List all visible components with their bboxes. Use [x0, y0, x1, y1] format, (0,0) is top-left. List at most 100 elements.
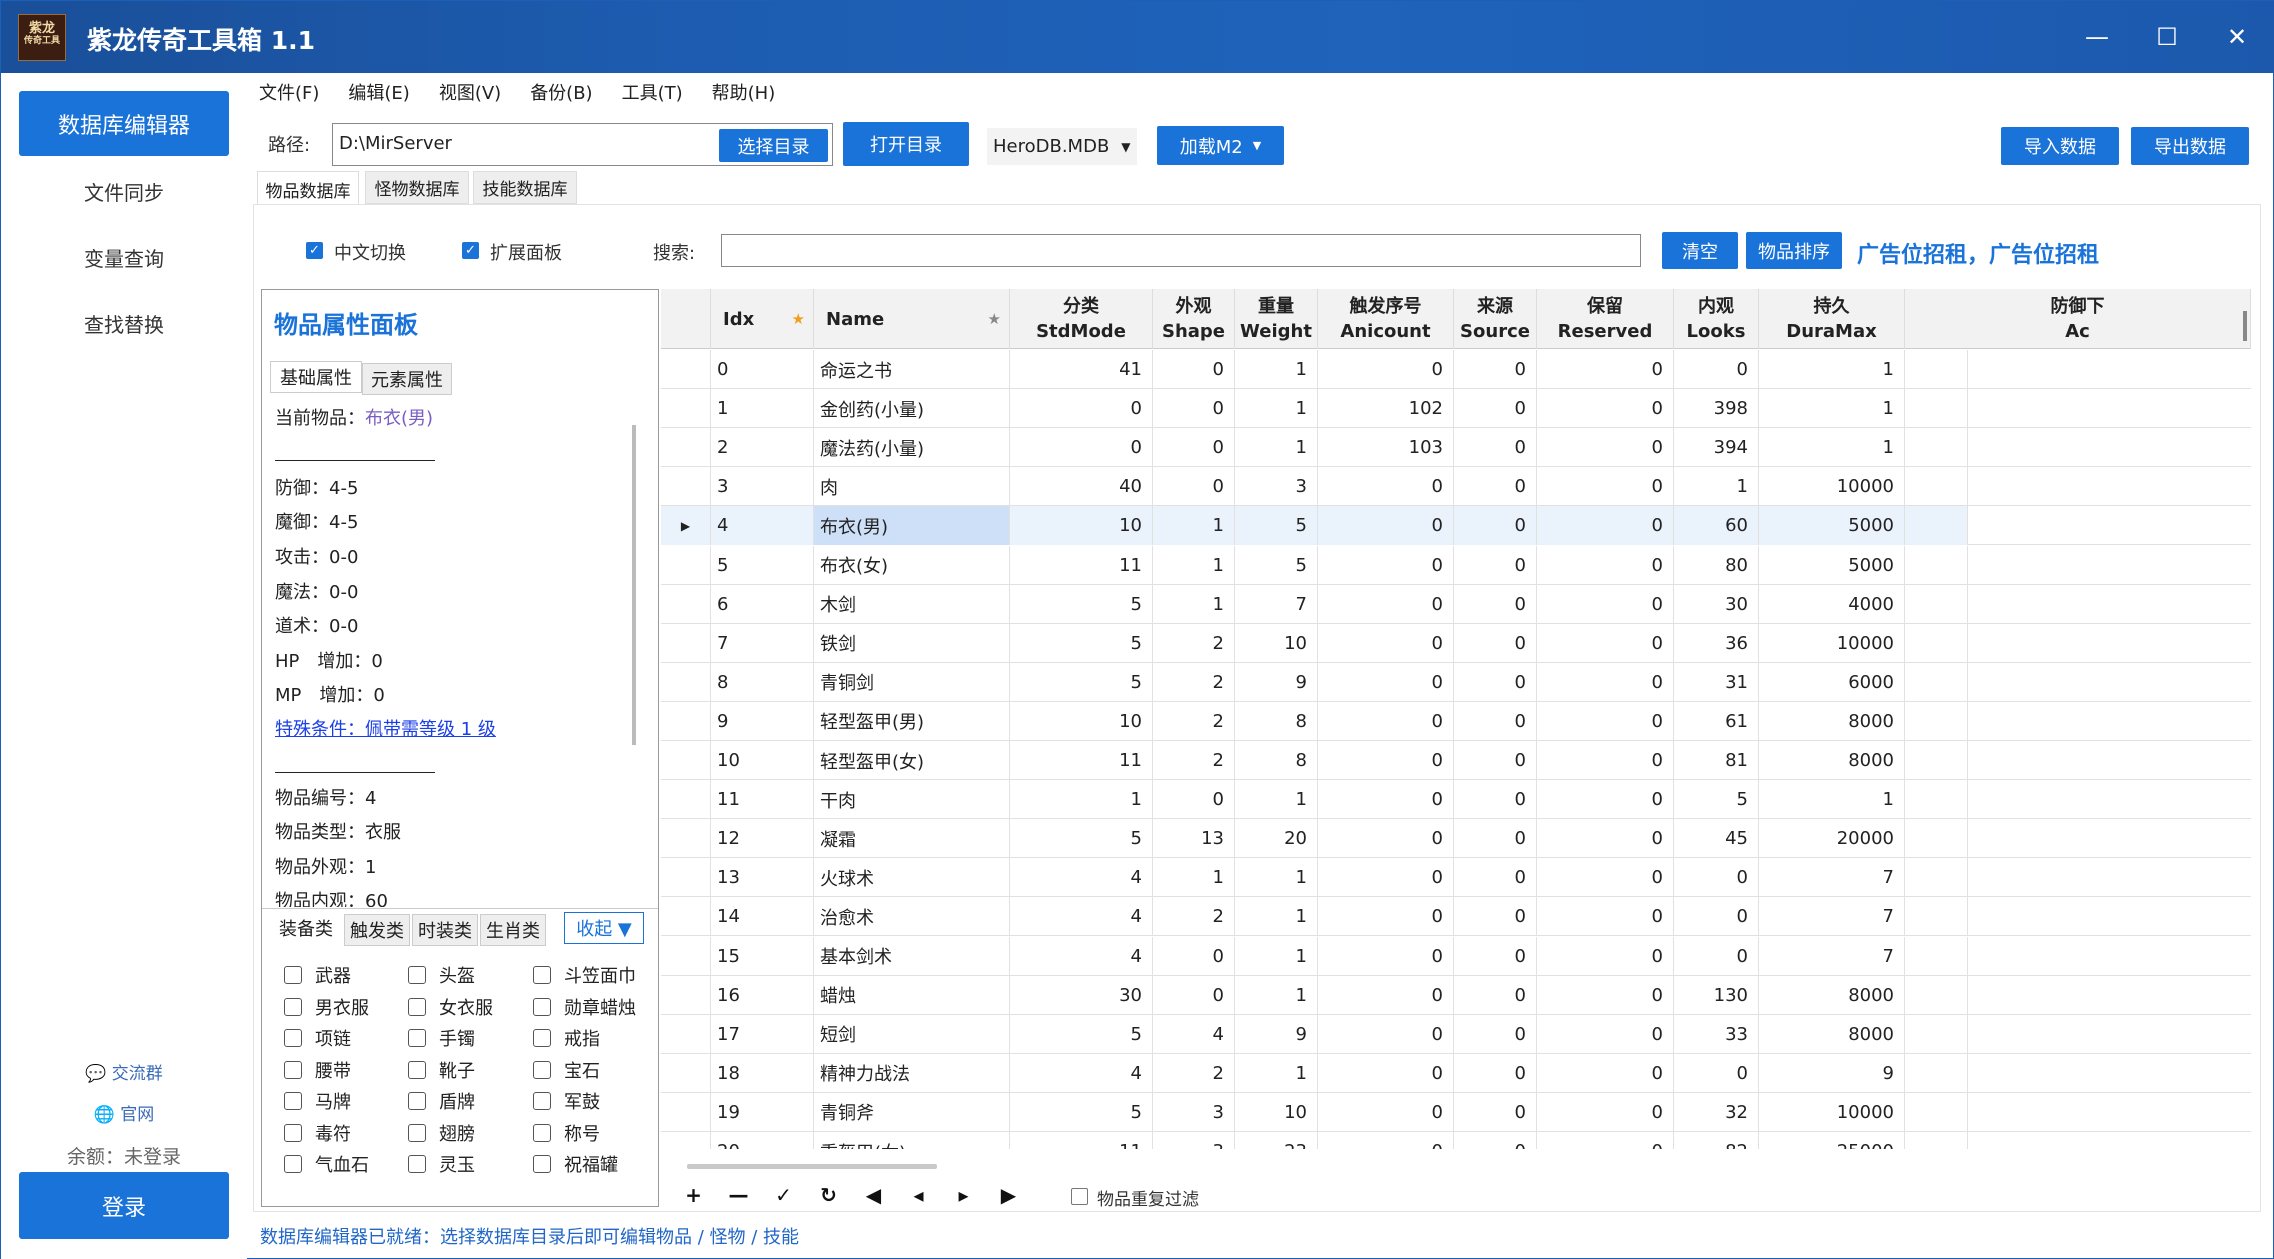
cell-name[interactable]: 凝霜 [814, 819, 1010, 859]
cell-name[interactable]: 青铜斧 [814, 1092, 1010, 1132]
table-cell[interactable] [1905, 1132, 1968, 1149]
table-cell[interactable] [1905, 662, 1968, 702]
column-header[interactable]: 外观 Shape [1153, 289, 1235, 349]
table-row[interactable]: 15 基本剑术 4 0 1 0 0 0 0 7 [661, 936, 2251, 976]
table-cell[interactable]: 5 [1235, 506, 1318, 546]
table-cell[interactable]: 4 [1010, 858, 1153, 898]
table-cell[interactable]: 2 [1153, 623, 1235, 663]
table-cell[interactable]: 5 [1010, 584, 1153, 624]
table-cell[interactable]: 0 [1674, 1053, 1759, 1093]
table-cell[interactable]: 10000 [1759, 467, 1905, 507]
table-cell[interactable]: 0 [1674, 350, 1759, 389]
prev-record-button[interactable]: ◂ [896, 1183, 941, 1207]
table-cell[interactable]: 10 [1010, 701, 1153, 741]
cell-idx[interactable]: 20 [711, 1132, 814, 1149]
table-cell[interactable]: 5 [1010, 623, 1153, 663]
table-cell[interactable]: 0 [1537, 350, 1674, 389]
sort-button[interactable]: 物品排序 [1746, 232, 1842, 269]
table-cell[interactable]: 1 [1153, 506, 1235, 546]
category-checkbox[interactable]: 项链 [284, 1025, 351, 1051]
table-cell[interactable]: 0 [1318, 506, 1454, 546]
cell-name[interactable]: 铁剑 [814, 623, 1010, 663]
cell-idx[interactable]: 9 [711, 701, 814, 741]
table-cell[interactable]: 0 [1537, 389, 1674, 429]
table-cell[interactable]: 5 [1010, 1014, 1153, 1054]
table-cell[interactable]: 0 [1454, 506, 1537, 546]
expand-panel-checkbox[interactable]: ✓ [462, 242, 479, 259]
table-cell[interactable]: 2 [1153, 1053, 1235, 1093]
table-cell[interactable]: 1 [1674, 467, 1759, 507]
cell-idx[interactable]: 16 [711, 975, 814, 1015]
table-cell[interactable] [1905, 897, 1968, 937]
table-cell[interactable]: 0 [1537, 1053, 1674, 1093]
table-cell[interactable]: 23 [1235, 1132, 1318, 1149]
table-cell[interactable]: 0 [1537, 1132, 1674, 1149]
category-checkbox[interactable]: 军鼓 [533, 1088, 600, 1114]
table-row[interactable]: 6 木剑 5 1 7 0 0 0 30 4000 [661, 584, 2251, 624]
table-row[interactable]: 1 金创药(小量) 0 0 1 102 0 0 398 1 [661, 389, 2251, 429]
menu-file[interactable]: 文件(F) [259, 79, 319, 107]
table-cell[interactable] [1905, 975, 1968, 1015]
table-cell[interactable]: 0 [1153, 936, 1235, 976]
table-cell[interactable]: 2 [1153, 662, 1235, 702]
star-icon[interactable]: ★ [792, 307, 805, 332]
cell-name[interactable]: 肉 [814, 467, 1010, 507]
cell-name[interactable]: 布衣(女) [814, 545, 1010, 585]
table-cell[interactable]: 80 [1674, 545, 1759, 585]
table-cell[interactable]: 0 [1318, 936, 1454, 976]
table-cell[interactable]: 82 [1674, 1132, 1759, 1149]
category-checkbox[interactable]: 灵玉 [408, 1151, 475, 1177]
checkbox-box[interactable] [408, 1029, 426, 1047]
tab-items[interactable]: 物品数据库 [257, 171, 359, 206]
chinese-toggle-checkbox[interactable]: ✓ [306, 242, 323, 259]
cell-idx[interactable]: 14 [711, 897, 814, 937]
cell-idx[interactable]: 2 [711, 428, 814, 468]
tab-monsters[interactable]: 怪物数据库 [365, 171, 469, 204]
cell-name[interactable]: 魔法药(小量) [814, 428, 1010, 468]
table-cell[interactable]: 0 [1153, 428, 1235, 468]
cell-idx[interactable]: 1 [711, 389, 814, 429]
table-cell[interactable] [1905, 506, 1968, 546]
cell-name[interactable]: 命运之书 [814, 350, 1010, 389]
table-cell[interactable] [1905, 545, 1968, 585]
column-header[interactable]: 防御下 Ac [1905, 289, 2251, 349]
refresh-button[interactable]: ↻ [806, 1183, 851, 1207]
category-checkbox[interactable]: 腰带 [284, 1057, 351, 1083]
db-select[interactable]: HeroDB.MDB ▼ [987, 128, 1137, 165]
column-header[interactable]: 触发序号 Anicount [1318, 289, 1454, 349]
table-cell[interactable] [1905, 389, 1968, 429]
table-cell[interactable]: 0 [1318, 975, 1454, 1015]
table-cell[interactable]: 0 [1454, 819, 1537, 859]
menu-help[interactable]: 帮助(H) [712, 79, 776, 107]
table-cell[interactable]: 4 [1153, 1014, 1235, 1054]
table-cell[interactable]: 0 [1537, 741, 1674, 780]
checkbox-box[interactable] [284, 997, 302, 1016]
table-cell[interactable] [1905, 623, 1968, 663]
category-checkbox[interactable]: 盾牌 [408, 1088, 475, 1114]
table-cell[interactable]: 31 [1674, 662, 1759, 702]
table-cell[interactable]: 0 [1010, 389, 1153, 429]
cell-name[interactable]: 重盔甲(女) [814, 1132, 1010, 1149]
checkbox-box[interactable] [533, 1092, 551, 1110]
table-cell[interactable]: 0 [1318, 1053, 1454, 1093]
table-cell[interactable]: 0 [1318, 741, 1454, 780]
table-row[interactable]: 18 精神力战法 4 2 1 0 0 0 0 9 [661, 1053, 2251, 1093]
table-row[interactable]: 9 轻型盔甲(男) 10 2 8 0 0 0 61 8000 [661, 701, 2251, 741]
table-cell[interactable]: 10000 [1759, 1092, 1905, 1132]
tab-zodiac[interactable]: 生肖类 [480, 914, 546, 946]
column-header[interactable]: 来源 Source [1454, 289, 1537, 349]
table-cell[interactable]: 0 [1318, 858, 1454, 898]
table-cell[interactable]: 0 [1537, 506, 1674, 546]
add-record-button[interactable]: + [671, 1183, 716, 1207]
table-cell[interactable]: 2 [1153, 701, 1235, 741]
table-cell[interactable]: 0 [1537, 780, 1674, 820]
checkbox-box[interactable] [284, 1060, 302, 1079]
category-checkbox[interactable]: 称号 [533, 1120, 600, 1146]
table-cell[interactable]: 5000 [1759, 545, 1905, 585]
open-dir-button[interactable]: 打开目录 [843, 122, 969, 166]
column-header[interactable]: 保留 Reserved [1537, 289, 1674, 349]
tab-trigger[interactable]: 触发类 [344, 914, 410, 946]
table-cell[interactable]: 0 [1454, 428, 1537, 468]
cell-idx[interactable]: 5 [711, 545, 814, 585]
table-cell[interactable]: 1 [1235, 780, 1318, 820]
